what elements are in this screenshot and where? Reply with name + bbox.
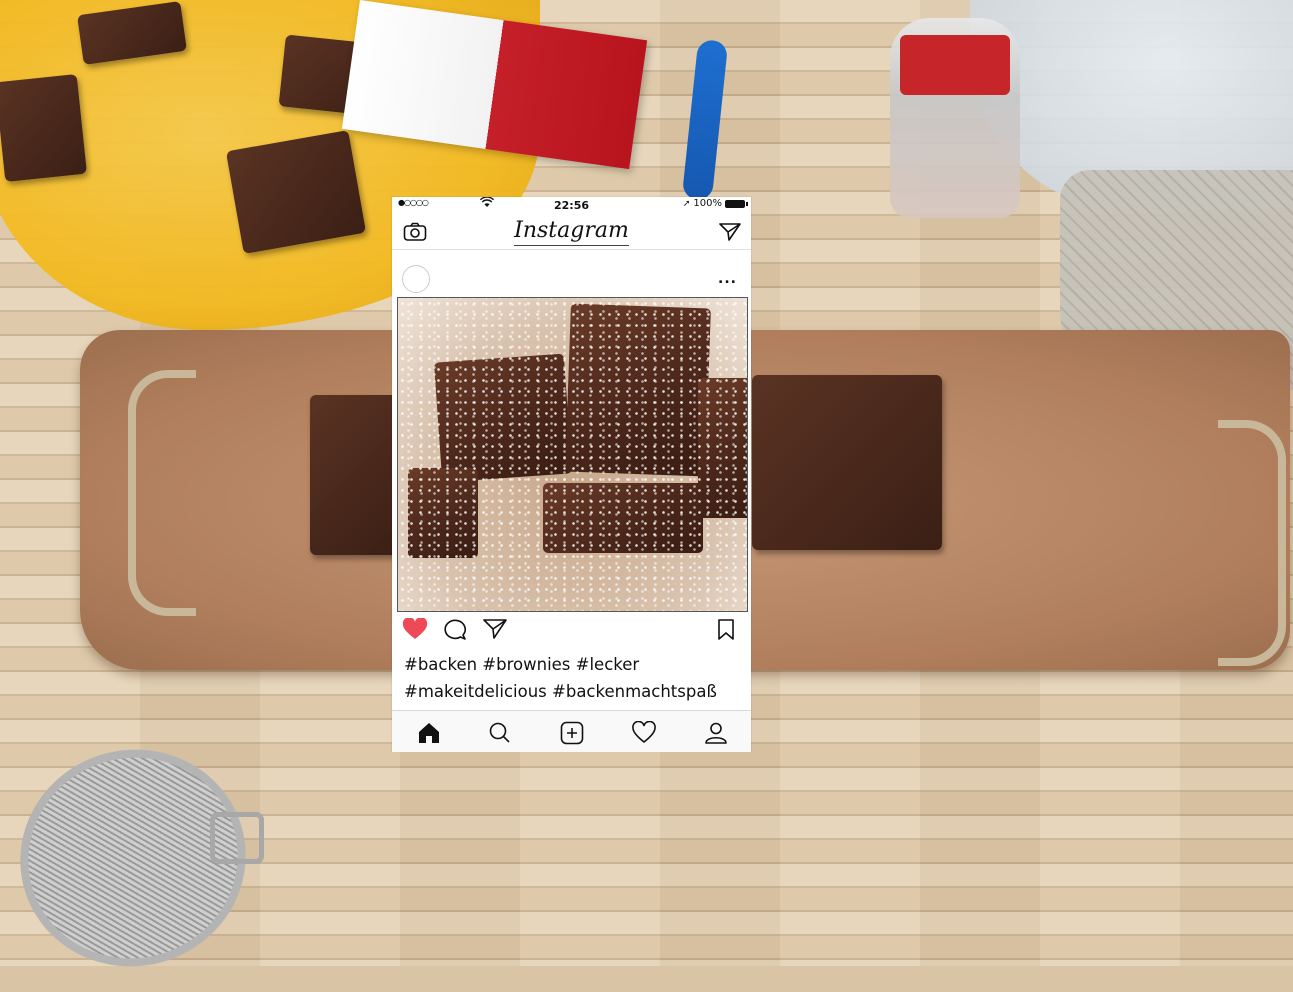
powdered-sugar [398, 298, 747, 611]
brownie-piece [225, 130, 367, 254]
share-icon[interactable] [482, 618, 508, 642]
location-arrow-icon: ➚ [682, 198, 691, 209]
search-icon[interactable] [487, 721, 513, 745]
comment-icon[interactable] [442, 618, 468, 642]
battery-status: ➚ 100% [682, 198, 748, 209]
board-rope-right [1218, 420, 1286, 666]
home-icon[interactable] [416, 721, 442, 745]
post-header: ... [392, 265, 751, 295]
more-options-icon[interactable]: ... [718, 271, 737, 287]
brownie-piece [310, 395, 400, 555]
board-rope-left [128, 370, 196, 616]
send-icon[interactable] [719, 222, 741, 242]
app-logo: Instagram [392, 218, 751, 246]
brownie-piece [0, 73, 88, 183]
battery-icon [725, 199, 748, 208]
caption-line: #makeitdelicious #backenmachtspaß [404, 682, 717, 701]
post-image[interactable] [397, 297, 748, 612]
instagram-frame: ●○○○○ 22:56 ➚ 100% Instagram ... #backen… [392, 196, 751, 752]
activity-icon[interactable] [631, 720, 657, 745]
post-actions [392, 617, 751, 644]
add-post-icon[interactable] [559, 721, 585, 745]
cup-label [900, 35, 1010, 95]
post-caption: #backen #brownies #lecker #makeitdelicio… [404, 651, 744, 705]
brownie-piece [752, 375, 942, 550]
status-bar: ●○○○○ 22:56 ➚ 100% [392, 196, 751, 213]
sieve-handle [210, 812, 264, 864]
app-header: Instagram [392, 213, 751, 250]
bottom-tab-bar [392, 710, 751, 752]
profile-icon[interactable] [703, 721, 729, 745]
heart-icon[interactable] [402, 617, 428, 642]
battery-percent: 100% [693, 198, 722, 209]
caption-line: #backen #brownies #lecker [404, 655, 640, 674]
bookmark-icon[interactable] [713, 618, 739, 642]
avatar[interactable] [402, 265, 430, 293]
